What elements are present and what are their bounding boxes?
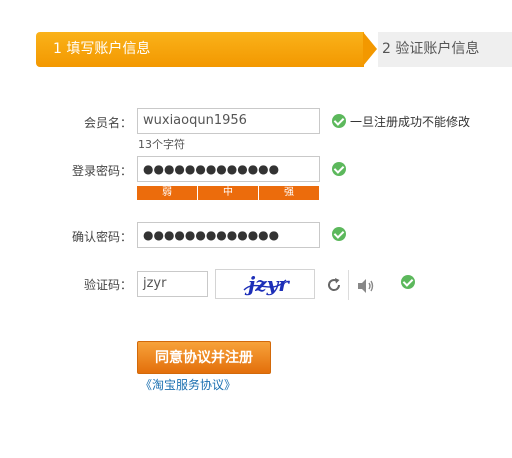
step-verify-account-info: 2 验证账户信息 xyxy=(378,32,512,67)
captcha-image-text: jzyr xyxy=(244,272,290,296)
captcha-valid-check-icon xyxy=(401,275,415,289)
password-valid-check-icon xyxy=(332,162,346,176)
step-arrow xyxy=(363,32,377,66)
step-fill-account-info: 1 填写账户信息 xyxy=(36,32,364,67)
strength-weak: 弱 xyxy=(137,186,198,200)
agree-and-register-button[interactable]: 同意协议并注册 xyxy=(137,341,271,374)
strength-medium: 中 xyxy=(198,186,259,200)
password-strength-meter: 弱 中 强 xyxy=(137,186,319,200)
step1-label: 1 填写账户信息 xyxy=(53,41,151,57)
service-agreement-link[interactable]: 《淘宝服务协议》 xyxy=(140,376,236,393)
step2-label: 2 验证账户信息 xyxy=(382,41,480,57)
username-valid-check-icon xyxy=(332,114,346,128)
confirm-valid-check-icon xyxy=(332,227,346,241)
progress-steps: 1 填写账户信息 2 验证账户信息 xyxy=(36,32,512,67)
confirm-password-input[interactable]: ●●●●●●●●●●●●● xyxy=(137,222,320,248)
password-input[interactable]: ●●●●●●●●●●●●● xyxy=(137,156,320,182)
username-char-count: 13个字符 xyxy=(138,138,185,151)
confirm-password-label: 确认密码： xyxy=(71,230,132,244)
captcha-divider xyxy=(348,270,349,300)
username-label: 会员名： xyxy=(83,116,132,130)
captcha-input[interactable]: jzyr xyxy=(137,271,208,297)
username-input[interactable]: wuxiaoqun1956 xyxy=(137,108,320,134)
captcha-label: 验证码： xyxy=(83,278,132,292)
strength-strong: 强 xyxy=(259,186,319,200)
password-label: 登录密码： xyxy=(71,164,132,178)
audio-captcha-icon[interactable] xyxy=(356,277,376,295)
username-note: 一旦注册成功不能修改 xyxy=(350,115,471,129)
refresh-captcha-icon[interactable] xyxy=(325,276,343,294)
captcha-image: jzyr xyxy=(215,269,315,299)
